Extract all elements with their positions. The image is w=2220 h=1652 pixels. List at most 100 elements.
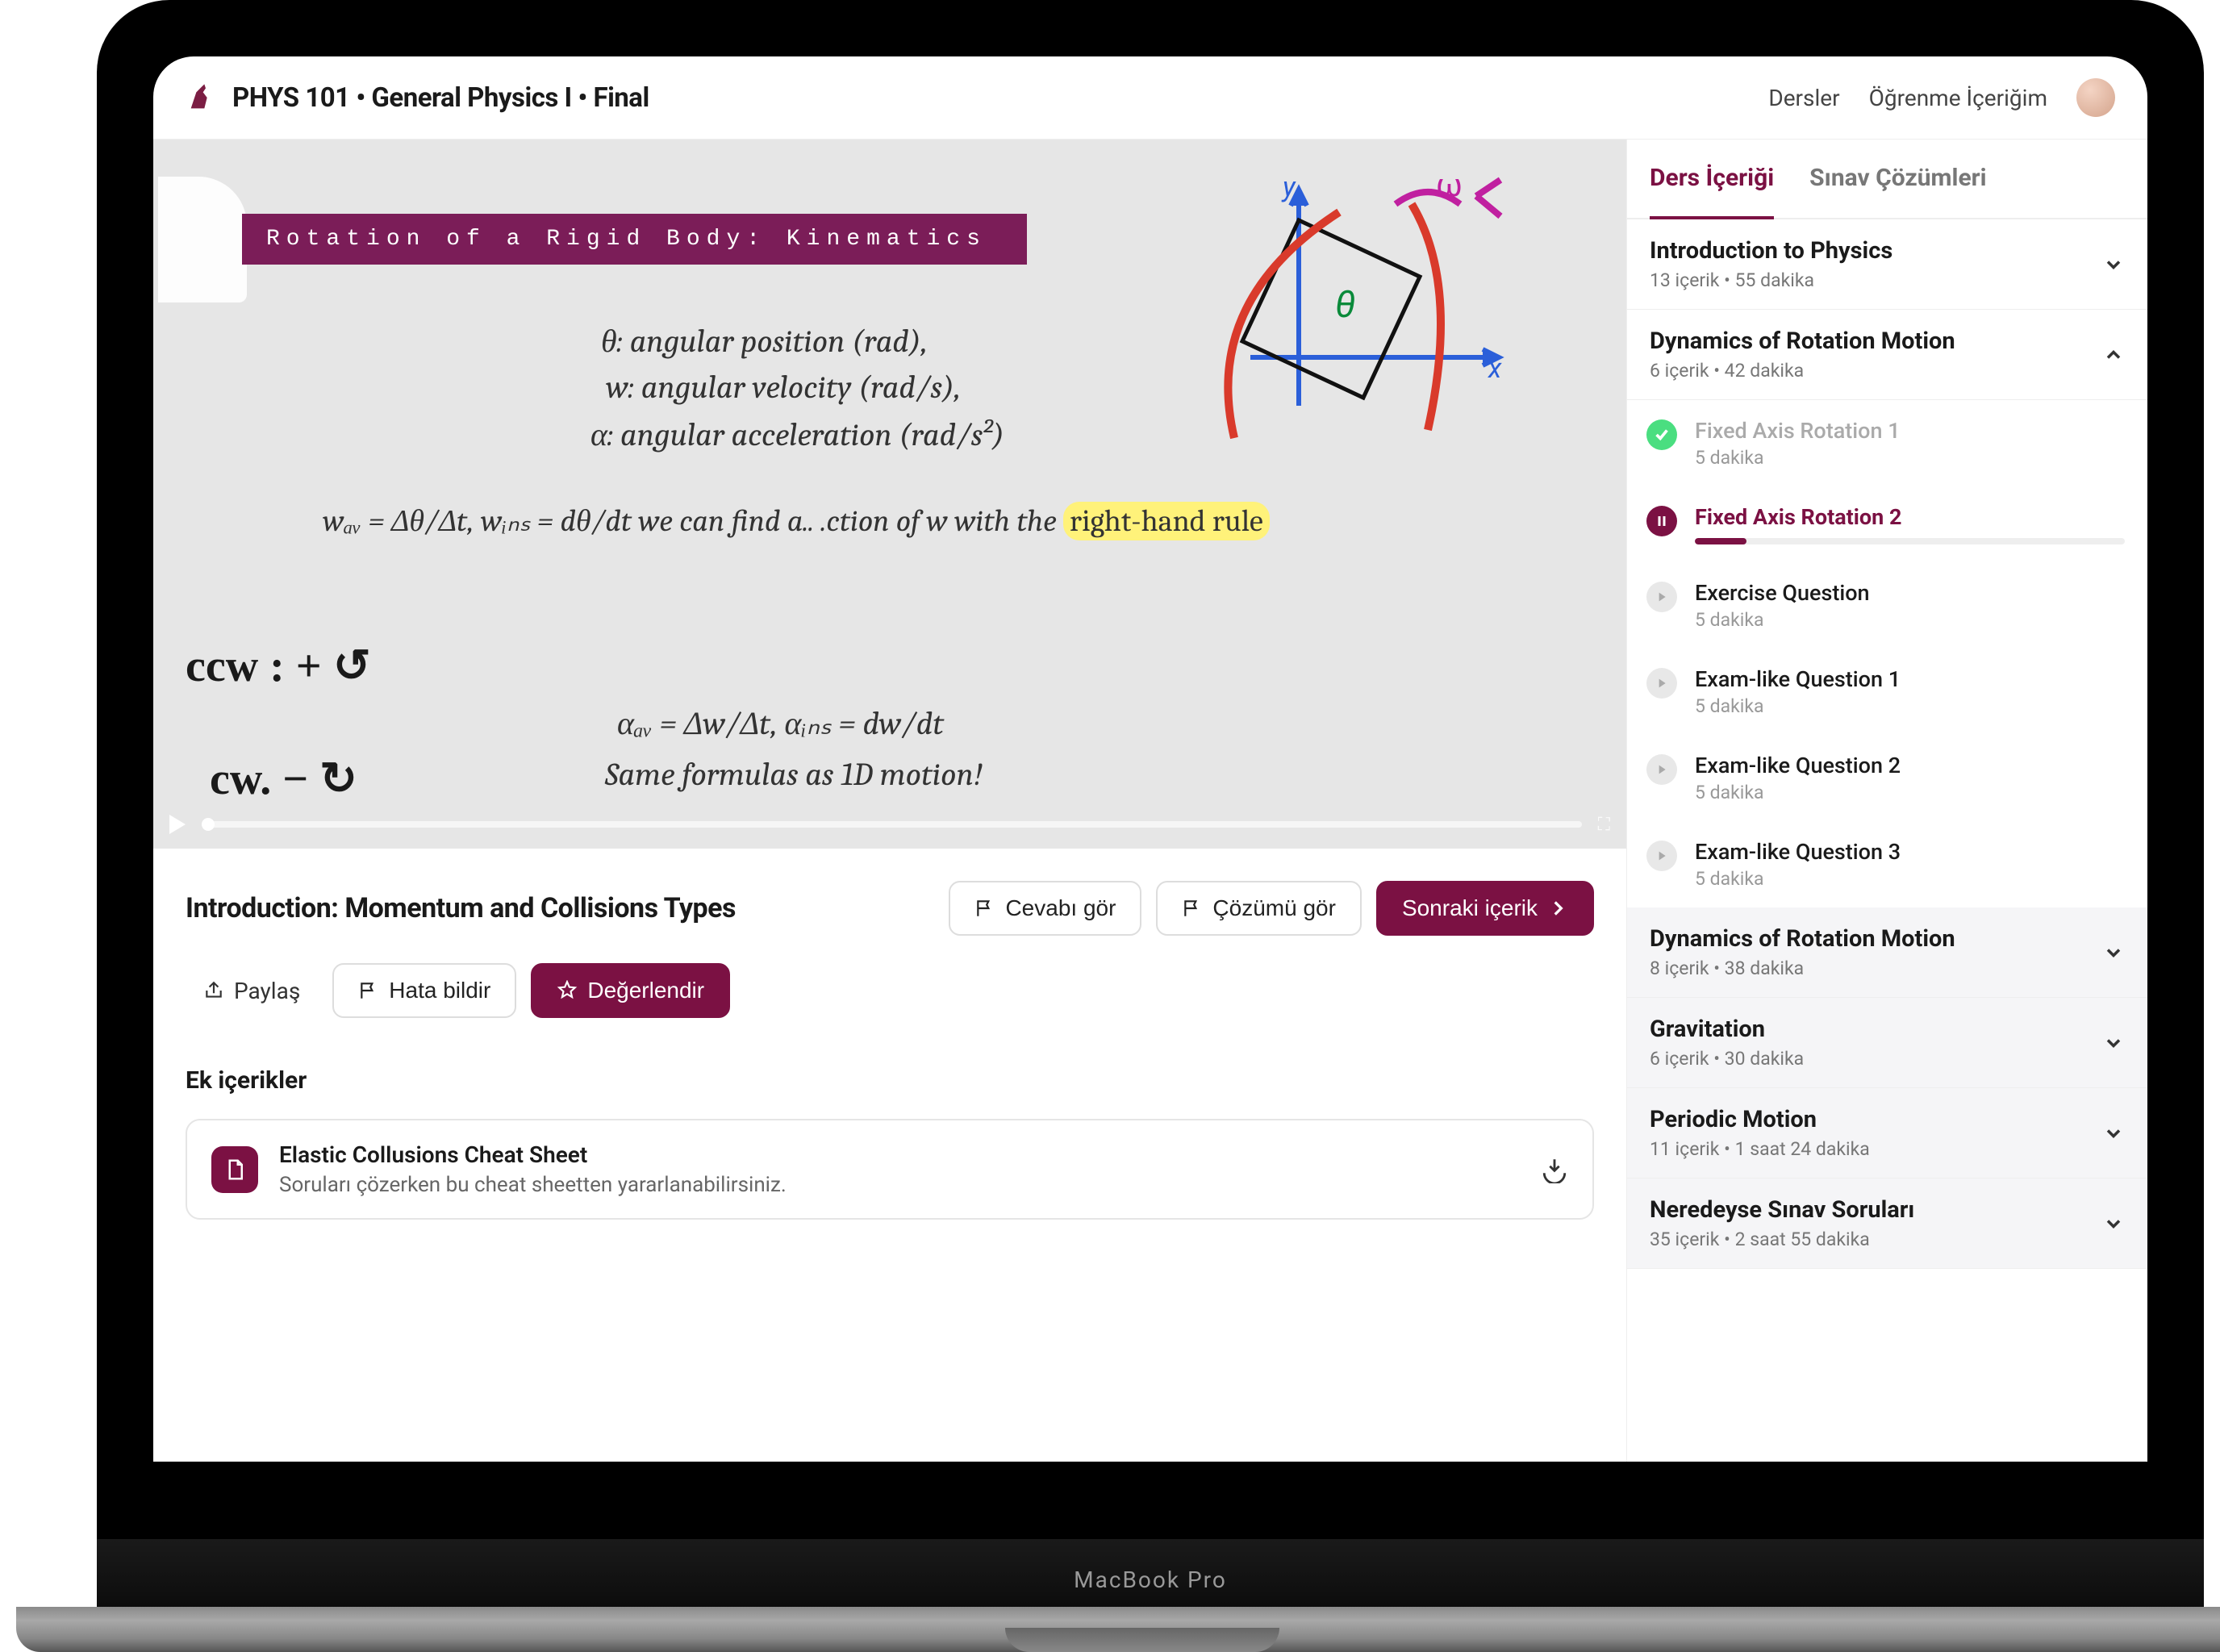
section-header[interactable]: Gravitation6 içerik • 30 dakika	[1627, 998, 2147, 1088]
svg-text:ω: ω	[1436, 172, 1463, 204]
tab-content[interactable]: Ders İçeriği	[1650, 140, 1774, 219]
lesson-item[interactable]: Exam-like Question 15 dakika	[1627, 649, 2147, 735]
play-icon	[1646, 582, 1677, 612]
play-icon	[1646, 841, 1677, 871]
video-player[interactable]: Rotation of a Rigid Body: Kinematics θ: …	[153, 140, 1626, 849]
nav-courses[interactable]: Dersler	[1768, 85, 1839, 111]
section-title: Periodic Motion	[1650, 1106, 2102, 1133]
lesson-name: Fixed Axis Rotation 2	[1695, 504, 2125, 530]
lesson-duration: 5 dakika	[1695, 447, 2125, 469]
section-header[interactable]: Introduction to Physics 13 içerik • 55 da…	[1627, 219, 2147, 310]
play-icon	[1646, 754, 1677, 785]
chevron-down-icon	[2102, 253, 2125, 276]
show-solution-button[interactable]: Çözümü gör	[1156, 881, 1362, 936]
progress-thumb[interactable]	[202, 818, 215, 831]
flag-icon	[358, 980, 379, 1001]
lesson-duration: 5 dakika	[1695, 782, 2125, 803]
equation-alpha-av: αₐᵥ = Δw/Δt, αᵢₙₛ = dw/dt	[617, 704, 944, 742]
play-button-icon[interactable]	[169, 815, 186, 834]
rate-button[interactable]: Değerlendir	[531, 963, 730, 1018]
chevron-down-icon	[2102, 1032, 2125, 1054]
equation-wav: wₐᵥ = Δθ/Δt, wᵢₙₛ = dθ/dt we can find a.…	[323, 503, 1270, 539]
lesson-name: Exercise Question	[1695, 580, 2125, 606]
section-header[interactable]: Periodic Motion 11 içerik • 1 saat 24 dak…	[1627, 1088, 2147, 1179]
tab-solutions[interactable]: Sınav Çözümleri	[1809, 140, 1986, 219]
app-screen: PHYS 101 • General Physics I • Final Der…	[153, 56, 2147, 1462]
section-header[interactable]: Neredeyse Sınav Soruları 35 içerik • 2 sa…	[1627, 1179, 2147, 1269]
next-content-button[interactable]: Sonraki içerik	[1376, 881, 1594, 936]
main-split: Rotation of a Rigid Body: Kinematics θ: …	[153, 140, 2147, 1462]
left-column: Rotation of a Rigid Body: Kinematics θ: …	[153, 140, 1626, 1462]
section-title: Introduction to Physics	[1650, 237, 2102, 265]
below-video: Introduction: Momentum and Collisions Ty…	[153, 849, 1626, 1268]
laptop-label: MacBook Pro	[1074, 1566, 1227, 1593]
lesson-name: Exam-like Question 3	[1695, 839, 2125, 865]
attachment-card[interactable]: Elastic Collusions Cheat Sheet Soruları …	[186, 1119, 1594, 1220]
handwriting-cw: cw. − ↻	[210, 753, 357, 805]
slide-unicorn-logo-icon	[158, 177, 247, 302]
section-title: Dynamics of Rotation Motion	[1650, 327, 2102, 355]
section-meta: 13 içerik • 55 dakika	[1650, 269, 2102, 291]
lesson-progress-bar	[1695, 538, 2125, 544]
equation-alpha: α: angular acceleration (rad/s²)	[590, 415, 1004, 453]
section-meta: 6 içerik • 42 dakika	[1650, 360, 2102, 382]
handwriting-ccw: ccw : + ↺	[186, 640, 371, 692]
svg-text:x: x	[1488, 353, 1502, 385]
page-title: PHYS 101 • General Physics I • Final	[232, 82, 1768, 114]
header-nav: Dersler Öğrenme İçeriğim	[1768, 78, 2115, 117]
laptop-notch	[1005, 1628, 1279, 1652]
nav-learning[interactable]: Öğrenme İçeriğim	[1869, 85, 2047, 111]
star-icon	[557, 980, 578, 1001]
lesson-name: Fixed Axis Rotation 1	[1695, 418, 2125, 444]
attachment-text: Elastic Collusions Cheat Sheet Soruları …	[279, 1141, 1520, 1197]
lesson-duration: 5 dakika	[1695, 609, 2125, 631]
lesson-item[interactable]: Fixed Axis Rotation 2	[1627, 486, 2147, 562]
equation-omega: w: angular velocity (rad/s),	[606, 369, 961, 406]
attachment-title: Elastic Collusions Cheat Sheet	[279, 1141, 1520, 1168]
extras-heading: Ek içerikler	[186, 1066, 1594, 1095]
pause-icon	[1646, 506, 1677, 536]
document-icon	[211, 1146, 258, 1193]
sidebar-tabs: Ders İçeriği Sınav Çözümleri	[1627, 140, 2147, 219]
lesson-name: Exam-like Question 1	[1695, 666, 2125, 692]
lesson-item[interactable]: Exam-like Question 3 5 dakika	[1627, 821, 2147, 907]
section-header[interactable]: Dynamics of Rotation Motion 6 içerik • 42…	[1627, 310, 2147, 400]
flag-icon	[1182, 898, 1203, 919]
fullscreen-icon[interactable]: ⛶	[1598, 815, 1610, 835]
secondary-actions: Paylaş Hata bildir Değerlendir	[186, 963, 1594, 1018]
rotation-diagram-icon: x y θ ω	[1170, 172, 1509, 478]
sidebar: Ders İçeriği Sınav Çözümleri Introductio…	[1626, 140, 2147, 1462]
section-meta: 11 içerik • 1 saat 24 dakika	[1650, 1138, 2102, 1160]
svg-text:θ: θ	[1335, 283, 1355, 327]
section-title: Neredeyse Sınav Soruları	[1650, 1196, 2102, 1224]
lesson-title: Introduction: Momentum and Collisions Ty…	[186, 892, 934, 924]
chevron-up-icon	[2102, 344, 2125, 366]
lesson-duration: 5 dakika	[1695, 868, 2125, 890]
sections-list: Introduction to Physics 13 içerik • 55 da…	[1627, 219, 2147, 1269]
show-answer-button[interactable]: Cevabı gör	[949, 881, 1141, 936]
avatar[interactable]	[2076, 78, 2115, 117]
lesson-item[interactable]: Exam-like Question 25 dakika	[1627, 735, 2147, 821]
laptop-base	[16, 1607, 2220, 1652]
section-meta: 6 içerik • 30 dakika	[1650, 1048, 2102, 1070]
video-controls: ⛶	[153, 800, 1626, 849]
unicorn-logo-icon	[186, 81, 218, 114]
video-progress-bar[interactable]	[202, 821, 1582, 828]
section-header[interactable]: Dynamics of Rotation Motion8 içerik • 38…	[1627, 907, 2147, 998]
chevron-down-icon	[2102, 1212, 2125, 1235]
share-button[interactable]: Paylaş	[186, 963, 318, 1018]
share-icon	[203, 980, 224, 1001]
lesson-item[interactable]: Exercise Question 5 dakika	[1627, 562, 2147, 649]
slide-title: Rotation of a Rigid Body: Kinematics	[242, 214, 1027, 265]
section-meta: 35 içerik • 2 saat 55 dakika	[1650, 1229, 2102, 1250]
attachment-desc: Soruları çözerken bu cheat sheetten yara…	[279, 1173, 1520, 1197]
chevron-down-icon	[2102, 1122, 2125, 1145]
lesson-title-row: Introduction: Momentum and Collisions Ty…	[186, 881, 1594, 936]
flag-icon	[974, 898, 995, 919]
equation-theta: θ: angular position (rad),	[601, 322, 928, 360]
section-title: Dynamics of Rotation Motion	[1650, 925, 2102, 953]
check-icon	[1646, 419, 1677, 450]
report-error-button[interactable]: Hata bildir	[332, 963, 516, 1018]
lesson-item[interactable]: Fixed Axis Rotation 1 5 dakika	[1627, 400, 2147, 486]
download-icon[interactable]	[1541, 1156, 1568, 1183]
